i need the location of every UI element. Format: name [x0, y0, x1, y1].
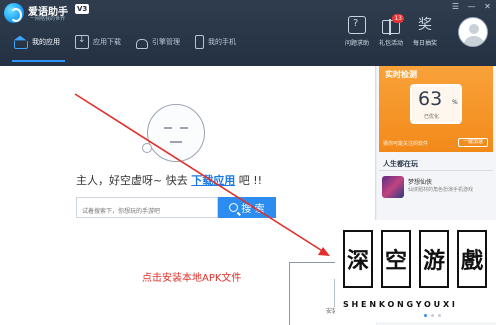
game-name[interactable]: 梦想仙侠 [408, 177, 432, 186]
empty-text: 主人，好空虚呀~ 快去 [76, 174, 192, 187]
menu-icon[interactable]: ☰ [451, 2, 460, 11]
top-tools: 问题求助 13 礼包活动 奖 每日抽奖 [340, 14, 442, 47]
realtime-check-card: 实时检测 63 % 已优化 猜你可能关注的软件 一键加速 [379, 66, 493, 152]
tab-label: 我的手机 [208, 38, 236, 46]
tab-app-download[interactable]: 应用下载 [69, 28, 130, 56]
logo-icon [4, 3, 24, 23]
tab-label: 应用下载 [93, 38, 121, 46]
gift-label: 礼包活动 [378, 40, 403, 47]
carousel-dots [424, 314, 441, 317]
carousel-dot[interactable] [431, 314, 434, 317]
empty-text-end: 吧 !! [235, 174, 263, 187]
help-button[interactable]: 问题求助 [340, 16, 374, 47]
score-gauge: 63 % 已优化 [410, 84, 462, 124]
empty-face-icon [142, 104, 205, 162]
game-description: 仙侠题材的角色扮演手机游戏 [408, 187, 474, 193]
tab-my-apps[interactable]: 我的应用 [8, 28, 69, 62]
watermark: 深 空 游 戲 SHENKONGYOUXI [335, 220, 496, 322]
phone-icon [195, 35, 204, 49]
score-value: 63 [418, 88, 443, 110]
download-apps-link[interactable]: 下载应用 [191, 174, 235, 187]
search-button-label: 搜 索 [241, 204, 265, 215]
app-logo: 爱语助手 V3 一网络我的世界 [4, 2, 114, 24]
score-unit: % [452, 99, 458, 106]
tab-label: 我的应用 [32, 38, 60, 46]
close-icon[interactable]: ✕ [483, 2, 492, 11]
app-search-field[interactable] [76, 197, 218, 221]
realtime-footer: 猜你可能关注的软件 [383, 141, 429, 147]
tab-engine-management[interactable]: 引擎管理 [130, 28, 189, 56]
title-bar: 爱语助手 V3 一网络我的世界 ☰ — ✕ 我的应用 应用下载 引擎管理 我的手… [0, 0, 496, 66]
tab-label: 引擎管理 [152, 38, 180, 46]
help-icon [348, 16, 366, 34]
gift-icon: 13 [382, 14, 404, 35]
score-sub: 已优化 [424, 114, 440, 120]
avatar[interactable] [458, 17, 488, 47]
recommend-title: 人生都在玩 [383, 160, 418, 168]
daily-label: 每日抽奖 [412, 40, 437, 47]
speedup-button[interactable]: 一键加速 [458, 138, 488, 147]
watermark-char: 游 [422, 248, 445, 274]
gift-badge: 13 [392, 14, 404, 23]
home-icon [14, 41, 28, 49]
app-slogan: 一网络我的世界 [30, 16, 66, 22]
download-icon [75, 35, 89, 49]
watermark-char: 深 [346, 248, 369, 274]
empty-message: 主人，好空虚呀~ 快去 下载应用 吧 !! [76, 172, 262, 188]
game-thumbnail[interactable] [382, 176, 404, 198]
search-icon [229, 203, 239, 212]
watermark-latin: SHENKONGYOUXI [343, 300, 458, 309]
main-nav: 我的应用 应用下载 引擎管理 我的手机 [8, 28, 245, 62]
carousel-dot[interactable] [438, 314, 441, 317]
divider [379, 170, 493, 171]
watermark-char: 空 [384, 248, 407, 274]
android-icon [136, 38, 148, 49]
app-version: V3 [75, 4, 90, 14]
minimize-icon[interactable]: — [467, 2, 476, 11]
carousel-dot[interactable] [424, 314, 427, 317]
lottery-icon: 奖 [418, 17, 432, 33]
daily-lottery-button[interactable]: 奖 每日抽奖 [408, 16, 442, 47]
search-button[interactable]: 搜 索 [218, 197, 276, 218]
watermark-char: 戲 [460, 248, 483, 274]
install-apk-annotation: 点击安装本地APK文件 [142, 273, 242, 284]
gift-button[interactable]: 13 礼包活动 [374, 14, 408, 47]
realtime-title: 实时检测 [385, 70, 417, 79]
my-apps-panel: 主人，好空虚呀~ 快去 下载应用 吧 !! 搜 索 点击安装本地APK文件 安装 [0, 66, 376, 325]
window-controls: ☰ — ✕ [451, 2, 492, 11]
tab-my-phone[interactable]: 我的手机 [189, 28, 245, 56]
help-label: 问题求助 [344, 40, 369, 47]
search-input[interactable] [77, 202, 217, 221]
